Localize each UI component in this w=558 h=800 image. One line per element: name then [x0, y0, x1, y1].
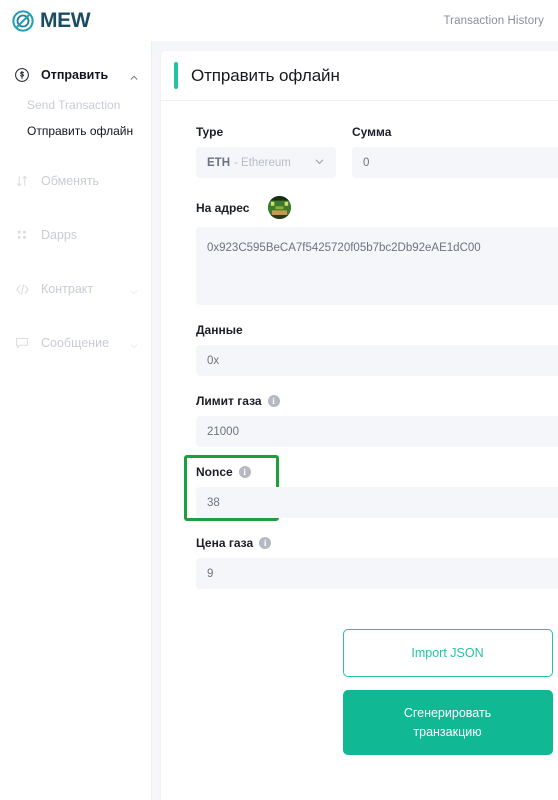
sidebar-item-label: Обменять: [41, 174, 100, 188]
sidebar-item-contract[interactable]: Контракт: [0, 272, 151, 306]
data-field: Данные 0x: [196, 323, 558, 376]
chevron-down-icon[interactable]: [314, 156, 325, 170]
sidebar-item-dapps[interactable]: Dapps: [0, 218, 151, 252]
gas-limit-field: Лимит газа i 21000: [196, 394, 558, 447]
info-circle-icon[interactable]: i: [267, 395, 280, 407]
import-json-button[interactable]: Import JSON: [342, 629, 553, 677]
offline-transaction-form: Type ETH - Ethereum Сумма 0 На адрес 0x9…: [161, 101, 558, 755]
gas-limit-value: 21000: [207, 425, 239, 438]
main-content: Отправить офлайн Type ETH - Ethereum Сум…: [152, 41, 558, 800]
code-brackets-icon: [13, 281, 31, 298]
address-header: На адрес: [196, 196, 558, 219]
sidebar: Отправить Send Transaction Отправить офл…: [0, 41, 152, 800]
gas-limit-label-text: Лимит газа: [196, 394, 262, 408]
sidebar-item-label: Dapps: [41, 228, 78, 242]
sidebar-item-swap[interactable]: Обменять: [0, 164, 151, 198]
top-bar: MEW Transaction History: [0, 0, 558, 41]
nonce-value: 38: [207, 496, 220, 509]
blockie-identicon: [268, 196, 292, 219]
nonce-label: Nonce i: [196, 465, 558, 479]
sidebar-item-message[interactable]: Сообщение: [0, 326, 151, 360]
nonce-label-text: Nonce: [196, 465, 233, 479]
amount-input[interactable]: 0: [352, 147, 558, 178]
data-input[interactable]: 0x: [196, 345, 558, 376]
generate-line-2: транзакцию: [413, 724, 482, 739]
send-dollar-circle-icon: [13, 67, 31, 83]
gas-price-input[interactable]: 9: [196, 558, 558, 589]
address-textarea[interactable]: 0x923C595BeCA7f5425720f05b7bc2Db92eAE1dC…: [196, 227, 558, 305]
data-value: 0x: [207, 354, 220, 367]
amount-field: Сумма 0: [352, 125, 558, 178]
mew-circle-logo-icon: [12, 9, 34, 32]
sidebar-item-label: Отправить: [41, 68, 109, 82]
message-bubble-icon: [13, 335, 31, 351]
gas-price-value: 9: [207, 567, 214, 580]
nonce-field: Nonce i 38: [184, 455, 558, 521]
nav-spacer-2: [0, 198, 151, 218]
type-symbol: ETH: [207, 156, 230, 169]
gas-price-label-text: Цена газа: [196, 536, 254, 550]
transaction-history-link[interactable]: Transaction History: [443, 15, 544, 27]
data-label: Данные: [196, 323, 243, 337]
chevron-up-icon[interactable]: [129, 70, 139, 80]
nav-spacer-3: [0, 252, 151, 272]
type-amount-row: Type ETH - Ethereum Сумма 0: [196, 125, 558, 196]
sidebar-item-send-transaction[interactable]: Send Transaction: [27, 92, 151, 118]
amount-value: 0: [363, 156, 370, 169]
dapps-dots-icon: [13, 227, 31, 243]
swap-arrows-icon: [13, 173, 31, 189]
type-select[interactable]: ETH - Ethereum: [196, 147, 336, 178]
address-field: На адрес 0x923C595BeCA7f5425720f05b7bc2D…: [196, 196, 558, 305]
generate-line-1: Сгенерировать: [403, 706, 492, 721]
title-accent-bar: [174, 62, 178, 89]
gas-limit-label: Лимит газа i: [196, 394, 558, 408]
sidebar-subnav: Send Transaction Отправить офлайн: [0, 92, 151, 144]
offline-transaction-card: Отправить офлайн Type ETH - Ethereum Сум…: [161, 51, 558, 800]
brand-logo[interactable]: MEW: [12, 9, 91, 32]
sidebar-item-label: Контракт: [41, 282, 94, 296]
generate-transaction-button[interactable]: Сгенерировать транзакцию: [342, 690, 553, 755]
gas-limit-input[interactable]: 21000: [196, 416, 558, 447]
sidebar-item-send-offline[interactable]: Отправить офлайн: [27, 118, 151, 144]
amount-label: Сумма: [352, 125, 392, 139]
type-field: Type ETH - Ethereum: [196, 125, 336, 178]
info-circle-icon[interactable]: i: [259, 537, 272, 549]
info-circle-icon[interactable]: i: [238, 466, 251, 478]
generate-transaction-label: Сгенерировать транзакцию: [404, 704, 491, 740]
page-title: Отправить офлайн: [191, 65, 340, 85]
card-header: Отправить офлайн: [161, 51, 558, 101]
gas-price-field: Цена газа i 9: [196, 536, 558, 589]
type-label: Type: [196, 125, 224, 139]
gas-price-label: Цена газа i: [196, 536, 558, 550]
nav-spacer-1: [0, 144, 151, 164]
nav-spacer-4: [0, 306, 151, 326]
address-value: 0x923C595BeCA7f5425720f05b7bc2Db92eAE1dC…: [207, 242, 481, 254]
form-actions: Import JSON Сгенерировать транзакцию: [196, 607, 558, 755]
chevron-down-icon[interactable]: [129, 338, 139, 349]
sidebar-item-send[interactable]: Отправить: [0, 58, 151, 92]
address-label: На адрес: [196, 200, 250, 215]
nonce-input[interactable]: 38: [196, 487, 558, 518]
body-wrapper: Отправить Send Transaction Отправить офл…: [0, 41, 558, 800]
app-root: MEW Transaction History Отправить Send T…: [0, 0, 558, 800]
brand-name: MEW: [40, 9, 91, 32]
type-name: - Ethereum: [234, 156, 291, 169]
sidebar-item-label: Сообщение: [41, 336, 110, 350]
chevron-down-icon[interactable]: [129, 284, 139, 295]
